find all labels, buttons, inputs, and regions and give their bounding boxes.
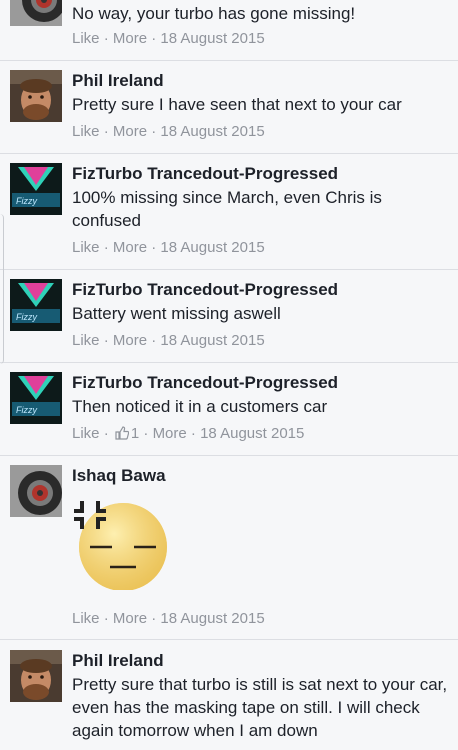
comment-5: Ishaq Bawa Like · More · 18 August 2015 [0, 455, 458, 640]
like-link[interactable]: Like [72, 123, 100, 140]
comment-text: Battery went missing aswell [72, 304, 281, 323]
avatar-fizturbo[interactable]: Fizzy [10, 372, 62, 424]
commenter-name[interactable]: Phil Ireland [72, 71, 164, 91]
avatar-fizturbo[interactable]: Fizzy [10, 279, 62, 331]
comment-date[interactable]: 18 August 2015 [160, 123, 264, 140]
separator: · [99, 239, 113, 256]
comment-4: Fizzy FizTurbo Trancedout-Progressed The… [0, 362, 458, 456]
comment-text: Then noticed it in a customers car [72, 397, 328, 416]
like-link[interactable]: Like [72, 610, 100, 627]
avatar-phil-ireland[interactable] [10, 650, 62, 702]
comment-1: Phil Ireland Pretty sure I have seen tha… [0, 60, 458, 154]
comment-0: No way, your turbo has gone missing! Lik… [0, 0, 458, 61]
comment-text: 100% missing since March, even Chris is … [72, 188, 382, 230]
comment-meta: Like · More · 18 August 2015 [72, 30, 265, 47]
tyre-avatar-image [10, 0, 62, 26]
avatar-tyre[interactable] [10, 0, 62, 26]
more-link[interactable]: More [153, 425, 187, 442]
svg-text:Fizzy: Fizzy [16, 196, 37, 206]
separator: · [147, 332, 161, 349]
avatar-phil-ireland[interactable] [10, 70, 62, 122]
like-link[interactable]: Like [72, 30, 100, 47]
commenter-name[interactable]: Ishaq Bawa [72, 466, 166, 486]
thumbs-up-icon[interactable] [115, 426, 130, 444]
comment-6: Phil Ireland Pretty sure that turbo is s… [0, 639, 458, 750]
like-count[interactable]: 1 [131, 425, 139, 442]
separator: · [147, 610, 161, 627]
like-link[interactable]: Like [72, 239, 100, 256]
separator: · [147, 239, 161, 256]
separator: · [99, 425, 113, 442]
comment-2: Fizzy FizTurbo Trancedout-Progressed 100… [0, 153, 458, 270]
comment-meta: Like · More · 18 August 2015 [72, 123, 265, 140]
comment-meta: Like · More · 18 August 2015 [72, 332, 265, 349]
annoyed-face-sticker[interactable] [72, 495, 172, 591]
separator: · [147, 123, 161, 140]
separator: · [99, 30, 113, 47]
fizturbo-avatar-image: Fizzy [10, 163, 62, 215]
commenter-name[interactable]: FizTurbo Trancedout-Progressed [72, 373, 338, 393]
separator: · [139, 425, 153, 442]
more-link[interactable]: More [113, 610, 147, 627]
separator: · [99, 123, 113, 140]
comment-text: No way, your turbo has gone missing! [72, 4, 356, 23]
separator: · [99, 610, 113, 627]
avatar-tyre[interactable] [10, 465, 62, 517]
more-link[interactable]: More [113, 332, 147, 349]
fizturbo-avatar-image: Fizzy [10, 372, 62, 424]
separator: · [147, 30, 161, 47]
separator: · [99, 332, 113, 349]
like-link[interactable]: Like [72, 425, 100, 442]
comment-text: Pretty sure I have seen that next to you… [72, 95, 402, 114]
fizturbo-avatar-image: Fizzy [10, 279, 62, 331]
comment-date[interactable]: 18 August 2015 [160, 30, 264, 47]
tyre-avatar-image [10, 465, 62, 517]
commenter-name[interactable]: Phil Ireland [72, 651, 164, 671]
comment-date[interactable]: 18 August 2015 [160, 332, 264, 349]
comment-date[interactable]: 18 August 2015 [160, 239, 264, 256]
comment-meta: Like · 1 · More · 18 August 2015 [72, 425, 304, 444]
avatar-fizturbo[interactable]: Fizzy [10, 163, 62, 215]
comment-date[interactable]: 18 August 2015 [160, 610, 264, 627]
like-link[interactable]: Like [72, 332, 100, 349]
svg-text:Fizzy: Fizzy [16, 312, 37, 322]
commenter-name[interactable]: FizTurbo Trancedout-Progressed [72, 280, 338, 300]
comment-3: Fizzy FizTurbo Trancedout-Progressed Bat… [0, 269, 458, 363]
scroll-edge-indicator [0, 214, 4, 364]
comment-date[interactable]: 18 August 2015 [200, 425, 304, 442]
comment-meta: Like · More · 18 August 2015 [72, 239, 265, 256]
comment-meta: Like · More · 18 August 2015 [72, 610, 265, 627]
commenter-name[interactable]: FizTurbo Trancedout-Progressed [72, 164, 338, 184]
more-link[interactable]: More [113, 30, 147, 47]
comment-text: Pretty sure that turbo is still is sat n… [72, 675, 448, 740]
phil-ireland-avatar-image [10, 650, 62, 702]
separator: · [186, 425, 201, 442]
phil-ireland-avatar-image [10, 70, 62, 122]
more-link[interactable]: More [113, 123, 147, 140]
svg-text:Fizzy: Fizzy [16, 405, 37, 415]
more-link[interactable]: More [113, 239, 147, 256]
